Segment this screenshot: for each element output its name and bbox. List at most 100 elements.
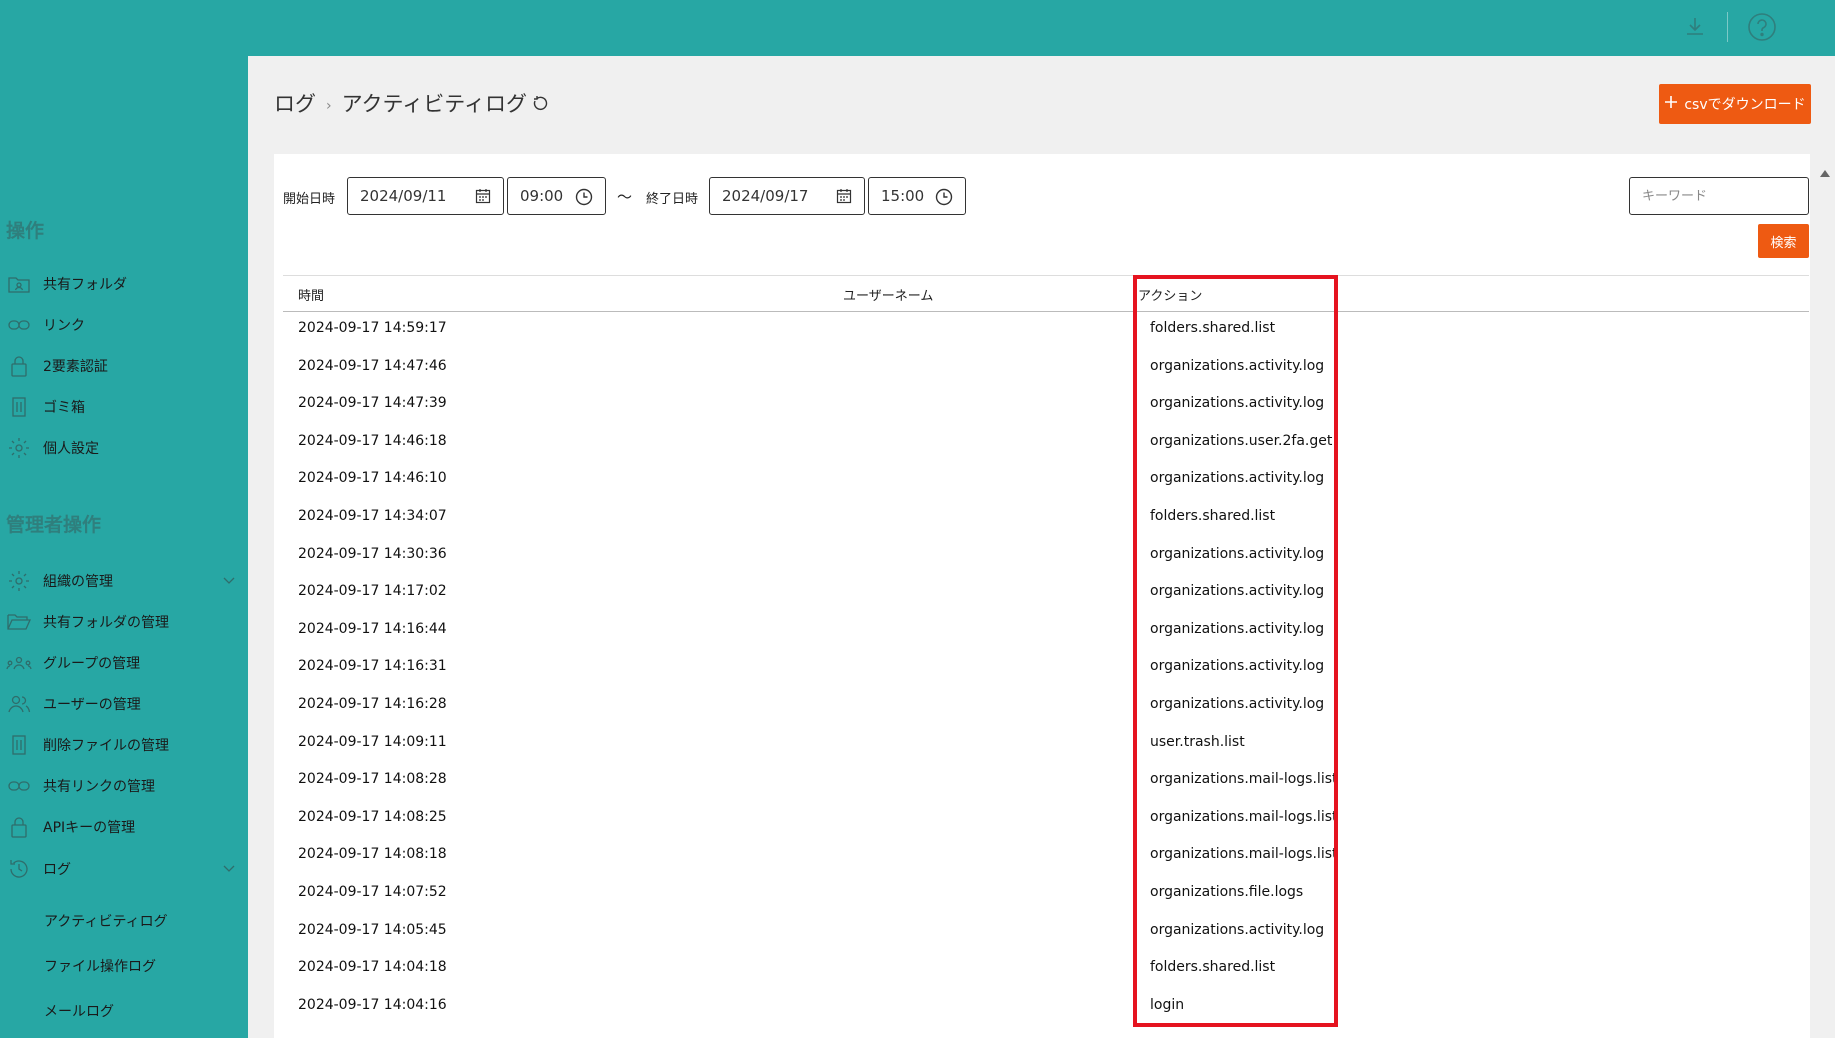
cell-time: 2024-09-17 14:46:10 bbox=[298, 470, 447, 487]
breadcrumb-current: アクティビティログ bbox=[341, 92, 528, 116]
chevron-down-icon[interactable] bbox=[222, 573, 236, 591]
table-row[interactable]: 2024-09-17 14:04:18 folders.shared.list bbox=[283, 950, 1809, 988]
sidebar-item-2fa[interactable]: 2要素認証 bbox=[6, 351, 242, 381]
cell-time: 2024-09-17 14:59:17 bbox=[298, 320, 447, 336]
sidebar-item-shared-link-management[interactable]: 共有リンクの管理 bbox=[6, 771, 242, 801]
search-button[interactable]: 検索 bbox=[1758, 224, 1809, 258]
gear-icon bbox=[6, 568, 32, 594]
sidebar-item-api-key-management[interactable]: APIキーの管理 bbox=[6, 812, 242, 842]
csv-download-button[interactable]: csvでダウンロード bbox=[1659, 84, 1811, 124]
cell-time: 2024-09-17 14:34:07 bbox=[298, 507, 447, 524]
cell-action: organizations.activity.log bbox=[1150, 357, 1325, 374]
sidebar-item-trash[interactable]: ゴミ箱 bbox=[6, 392, 242, 422]
table-row[interactable]: 2024-09-17 14:17:02 organizations.activit… bbox=[283, 574, 1809, 612]
column-header-username[interactable]: ユーザーネーム bbox=[843, 285, 933, 304]
end-time-field[interactable]: 15:00 bbox=[868, 177, 966, 215]
cell-time: 2024-09-17 14:04:16 bbox=[298, 996, 447, 1013]
gear-icon bbox=[6, 435, 32, 461]
table-row[interactable]: 2024-09-17 14:07:52 organizations.file.lo… bbox=[283, 875, 1809, 913]
sidebar-subitem-mail-log[interactable]: メールログ bbox=[44, 998, 114, 1024]
breadcrumb: ログ › アクティビティログ bbox=[274, 88, 549, 118]
cell-time: 2024-09-17 14:16:28 bbox=[298, 695, 447, 712]
start-time-field[interactable]: 09:00 bbox=[507, 177, 606, 215]
sidebar-item-link[interactable]: リンク bbox=[6, 310, 242, 340]
topbar-divider bbox=[1727, 12, 1728, 42]
cell-time: 2024-09-17 14:08:28 bbox=[298, 771, 447, 788]
sidebar-item-deleted-files-management[interactable]: 削除ファイルの管理 bbox=[6, 730, 242, 760]
table-row[interactable]: 2024-09-17 14:16:44 organizations.activit… bbox=[283, 612, 1809, 650]
table-row[interactable]: 2024-09-17 14:08:18 organizations.mail-lo… bbox=[283, 837, 1809, 875]
table-row[interactable]: 2024-09-17 14:09:11 user.trash.list bbox=[283, 725, 1809, 763]
cell-time: 2024-09-17 14:47:46 bbox=[298, 357, 447, 374]
clock-icon bbox=[575, 188, 593, 210]
cell-action: user.trash.list bbox=[1150, 733, 1245, 750]
group-icon bbox=[6, 650, 32, 676]
table-row[interactable]: 2024-09-17 14:47:39 organizations.activit… bbox=[283, 386, 1809, 424]
sidebar-item-org-management[interactable]: 組織の管理 bbox=[6, 566, 242, 596]
cell-action: organizations.file.logs bbox=[1150, 883, 1304, 900]
table-row[interactable]: 2024-09-17 14:59:17 folders.shared.list bbox=[283, 311, 1809, 349]
sidebar-item-group-management[interactable]: グループの管理 bbox=[6, 648, 242, 678]
chevron-down-icon[interactable] bbox=[222, 861, 236, 879]
table-row[interactable]: 2024-09-17 14:08:25 organizations.mail-lo… bbox=[283, 800, 1809, 838]
table-row[interactable]: 2024-09-17 14:46:18 organizations.user.2f… bbox=[283, 424, 1809, 462]
help-icon[interactable] bbox=[1747, 12, 1777, 42]
cell-action: organizations.activity.log bbox=[1150, 620, 1325, 637]
history-icon bbox=[6, 856, 32, 882]
section-title-operations: 操作 bbox=[6, 220, 45, 242]
cell-action: organizations.activity.log bbox=[1150, 695, 1325, 712]
cell-time: 2024-09-17 14:08:18 bbox=[298, 846, 447, 863]
sidebar-item-label: ゴミ箱 bbox=[43, 400, 85, 416]
table-row[interactable]: 2024-09-17 14:16:31 organizations.activit… bbox=[283, 649, 1809, 687]
cell-action: organizations.mail-logs.list bbox=[1150, 846, 1338, 863]
sidebar: 操作 共有フォルダ リンク 2要素認証 ゴミ箱 個人設定 管理者操作 組織の管理… bbox=[0, 56, 248, 1038]
calendar-icon bbox=[475, 188, 491, 208]
cell-action: organizations.activity.log bbox=[1150, 395, 1325, 412]
start-time-value: 09:00 bbox=[520, 187, 564, 205]
keyword-input[interactable] bbox=[1629, 177, 1809, 215]
breadcrumb-separator-icon: › bbox=[326, 97, 332, 114]
cell-time: 2024-09-17 14:09:11 bbox=[298, 733, 447, 750]
table-row[interactable]: 2024-09-17 14:04:16 login bbox=[283, 988, 1809, 1026]
plus-icon bbox=[1664, 95, 1678, 113]
sidebar-subitem-file-operation-log[interactable]: ファイル操作ログ bbox=[44, 953, 156, 979]
column-header-action[interactable]: アクション bbox=[1138, 285, 1202, 304]
cell-time: 2024-09-17 14:46:18 bbox=[298, 432, 447, 449]
table-row[interactable]: 2024-09-17 14:08:28 organizations.mail-lo… bbox=[283, 762, 1809, 800]
table-row[interactable]: 2024-09-17 14:47:46 organizations.activit… bbox=[283, 349, 1809, 387]
sidebar-subitem-activity-log[interactable]: アクティビティログ bbox=[44, 908, 168, 934]
download-icon[interactable] bbox=[1680, 12, 1710, 42]
cell-action: organizations.mail-logs.list bbox=[1150, 771, 1338, 788]
refresh-icon[interactable] bbox=[531, 88, 549, 118]
sidebar-item-user-management[interactable]: ユーザーの管理 bbox=[6, 689, 242, 719]
cell-action: organizations.activity.log bbox=[1150, 545, 1325, 562]
table-row[interactable]: 2024-09-17 14:30:36 organizations.activit… bbox=[283, 537, 1809, 575]
table-row[interactable]: 2024-09-17 14:16:28 organizations.activit… bbox=[283, 687, 1809, 725]
log-table-body: 2024-09-17 14:59:17 folders.shared.list 2… bbox=[283, 311, 1809, 1025]
sidebar-item-log[interactable]: ログ bbox=[6, 854, 242, 884]
csv-download-label: csvでダウンロード bbox=[1684, 97, 1806, 113]
cell-action: organizations.activity.log bbox=[1150, 470, 1325, 487]
sidebar-item-label: 2要素認証 bbox=[43, 359, 108, 375]
cell-action: folders.shared.list bbox=[1150, 959, 1276, 976]
table-row[interactable]: 2024-09-17 14:46:10 organizations.activit… bbox=[283, 461, 1809, 499]
sidebar-item-shared-folder-management[interactable]: 共有フォルダの管理 bbox=[6, 607, 242, 637]
folder-user-icon bbox=[6, 271, 32, 297]
table-row[interactable]: 2024-09-17 14:05:45 organizations.activit… bbox=[283, 913, 1809, 951]
end-date-field[interactable]: 2024/09/17 bbox=[709, 177, 865, 215]
section-title-admin: 管理者操作 bbox=[6, 514, 102, 536]
breadcrumb-parent[interactable]: ログ bbox=[274, 88, 316, 118]
table-row[interactable]: 2024-09-17 14:34:07 folders.shared.list bbox=[283, 499, 1809, 537]
top-bar bbox=[0, 0, 1835, 56]
column-header-time[interactable]: 時間 bbox=[298, 285, 324, 304]
sidebar-item-shared-folder[interactable]: 共有フォルダ bbox=[6, 269, 242, 299]
link-icon bbox=[6, 312, 32, 338]
scroll-up-arrow-icon[interactable] bbox=[1819, 163, 1831, 182]
end-time-value: 15:00 bbox=[881, 187, 925, 205]
start-datetime-label: 開始日時 bbox=[283, 192, 336, 207]
sidebar-item-personal-settings[interactable]: 個人設定 bbox=[6, 433, 242, 463]
cell-time: 2024-09-17 14:16:31 bbox=[298, 658, 447, 675]
start-date-field[interactable]: 2024/09/11 bbox=[347, 177, 504, 215]
sidebar-item-label: 共有フォルダの管理 bbox=[43, 615, 169, 631]
cell-action: organizations.activity.log bbox=[1150, 583, 1325, 600]
